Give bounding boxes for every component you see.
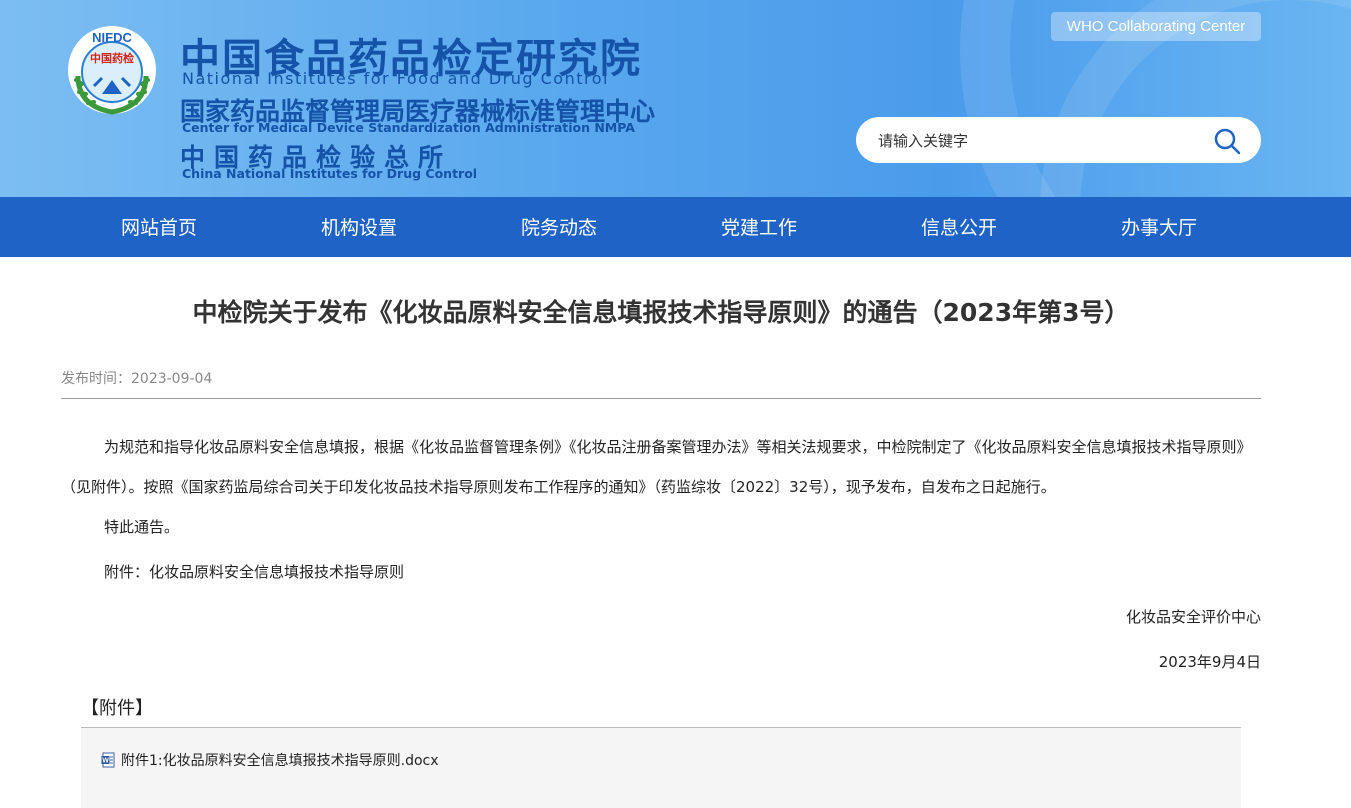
search-button[interactable]	[1213, 127, 1241, 155]
article-paragraph: 为规范和指导化妆品原料安全信息填报，根据《化妆品监督管理条例》《化妆品注册备案管…	[61, 438, 1252, 496]
article-meta: 发布时间：2023-09-04	[61, 368, 1261, 399]
article-title: 中检院关于发布《化妆品原料安全信息填报技术指导原则》的通告（2023年第3号）	[192, 298, 1130, 327]
attachment-link[interactable]: W 附件1:化妆品原料安全信息填报技术指导原则.docx	[101, 750, 439, 770]
institution-title-en: National Institutes for Food and Drug Co…	[182, 69, 609, 88]
nav-item-party-building[interactable]: 党建工作	[661, 197, 861, 257]
nav-item-home[interactable]: 网站首页	[61, 197, 261, 257]
publish-date: 2023-09-04	[131, 371, 213, 387]
search-icon	[1214, 128, 1241, 155]
word-doc-icon: W	[101, 752, 115, 768]
nav-item-organization[interactable]: 机构设置	[261, 197, 461, 257]
search-bar	[856, 117, 1261, 165]
svg-text:W: W	[102, 758, 109, 765]
logo-top-text: NIFDC	[92, 30, 132, 45]
publish-date-label: 发布时间：	[61, 371, 131, 387]
article-container: 中检院关于发布《化妆品原料安全信息填报技术指导原则》的通告（2023年第3号） …	[61, 257, 1261, 808]
site-header: NIFDC 中国药检 中国食品药品检定研究院 National Institut…	[0, 0, 1351, 197]
device-center-title-en: Center for Medical Device Standardizatio…	[182, 120, 635, 135]
article-paragraph: 附件：化妆品原料安全信息填报技术指导原则	[104, 563, 405, 581]
nifdc-logo[interactable]: NIFDC 中国药检	[64, 24, 160, 116]
nav-item-service-hall[interactable]: 办事大厅	[1061, 197, 1261, 257]
attachments-list: W 附件1:化妆品原料安全信息填报技术指导原则.docx	[81, 727, 1241, 808]
attachments-heading: 【附件】	[81, 698, 153, 719]
signature-date: 2023年9月4日	[1158, 653, 1261, 671]
signature-organization: 化妆品安全评价中心	[1125, 608, 1261, 626]
main-nav: 网站首页 机构设置 院务动态 党建工作 信息公开 办事大厅	[0, 197, 1351, 257]
nav-item-news[interactable]: 院务动态	[461, 197, 661, 257]
who-collaborating-center-link[interactable]: WHO Collaborating Center	[1051, 12, 1261, 41]
drug-control-title-en: China National Institutes for Drug Contr…	[182, 166, 478, 181]
nav-item-info-disclosure[interactable]: 信息公开	[861, 197, 1061, 257]
search-input[interactable]	[876, 117, 1200, 165]
attachment-filename: 附件1:化妆品原料安全信息填报技术指导原则.docx	[121, 753, 439, 769]
nifdc-emblem-icon: NIFDC 中国药检	[68, 26, 156, 115]
article-paragraph: 特此通告。	[104, 518, 180, 536]
article-body: 为规范和指导化妆品原料安全信息填报，根据《化妆品监督管理条例》《化妆品注册备案管…	[61, 427, 1261, 677]
logo-center-text: 中国药检	[90, 51, 134, 65]
